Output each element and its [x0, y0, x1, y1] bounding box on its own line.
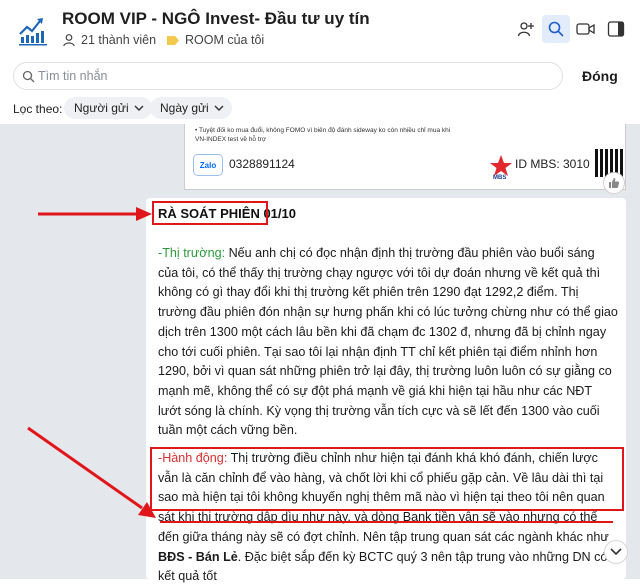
action-bold: BĐS - Bán Lẻ [158, 549, 238, 564]
group-avatar[interactable] [14, 10, 52, 48]
filter-sender-dropdown[interactable]: Người gửi [64, 97, 152, 119]
mbs-label: MBS [493, 175, 507, 181]
image-text: • Tuyệt đối ko mua đuổi, không FOMO vì b… [195, 126, 615, 144]
filter-label: Lọc theo: [13, 102, 63, 116]
user-icon [63, 34, 75, 47]
close-search-button[interactable]: Đóng [582, 68, 618, 84]
group-title: ROOM VIP - NGÔ Invest- Đầu tư uy tín [62, 9, 370, 28]
annotation-box-action [150, 447, 624, 511]
annotation-box-heading [152, 201, 268, 225]
tag-icon [167, 35, 179, 45]
thumbs-up-icon [609, 178, 620, 188]
mbs-id: ID MBS: 3010 [515, 157, 590, 171]
mbs-logo: MBS [487, 153, 515, 181]
chat-header: ROOM VIP - NGÔ Invest- Đầu tư uy tín 21 … [0, 0, 640, 58]
zalo-logo: Zalo [193, 154, 223, 176]
video-camera-icon [576, 23, 595, 35]
search-input[interactable]: Tìm tin nhắn [38, 69, 107, 83]
search-messages-button[interactable] [542, 15, 570, 43]
sidebar-panel-icon [607, 21, 625, 37]
annotation-underline [160, 521, 613, 523]
chevron-down-icon [610, 548, 622, 556]
room-tag-label: ROOM của tôi [185, 33, 265, 47]
filter-sender-label: Người gửi [74, 101, 129, 115]
chevron-down-icon [134, 105, 144, 111]
search-input-icon [22, 70, 35, 83]
video-call-button[interactable] [572, 15, 600, 43]
scroll-down-button[interactable] [604, 540, 628, 564]
add-member-button[interactable] [512, 15, 540, 43]
market-paragraph: -Thị trường: Nếu anh chị có đọc nhận địn… [158, 244, 618, 441]
room-tag[interactable]: ROOM của tôi [166, 33, 264, 47]
phone-number: 0328891124 [229, 157, 295, 171]
filter-bar: Lọc theo: Người gửi Ngày gửi [0, 94, 640, 124]
market-text: Nếu anh chị có đọc nhận định thị trường … [158, 246, 618, 438]
search-icon [548, 21, 564, 37]
image-text-line: • Tuyệt đối ko mua đuổi, không FOMO vì b… [195, 127, 451, 134]
conversation-info-button[interactable] [602, 15, 630, 43]
image-message[interactable]: • Tuyệt đối ko mua đuổi, không FOMO vì b… [184, 124, 626, 190]
message-search-bar: Tìm tin nhắn Đóng [0, 58, 640, 94]
member-count-label: 21 thành viên [81, 33, 157, 47]
add-member-icon [517, 22, 534, 37]
group-logo-icon [14, 10, 52, 48]
filter-date-label: Ngày gửi [160, 101, 209, 115]
chevron-down-icon [214, 105, 224, 111]
filter-date-dropdown[interactable]: Ngày gửi [150, 97, 232, 119]
search-box[interactable]: Tìm tin nhắn [13, 62, 563, 90]
market-label: -Thị trường: [158, 246, 226, 260]
react-button[interactable] [603, 172, 625, 194]
member-count[interactable]: 21 thành viên [62, 33, 156, 47]
image-text-line: VN-INDEX test về hỗ trợ [195, 136, 267, 143]
